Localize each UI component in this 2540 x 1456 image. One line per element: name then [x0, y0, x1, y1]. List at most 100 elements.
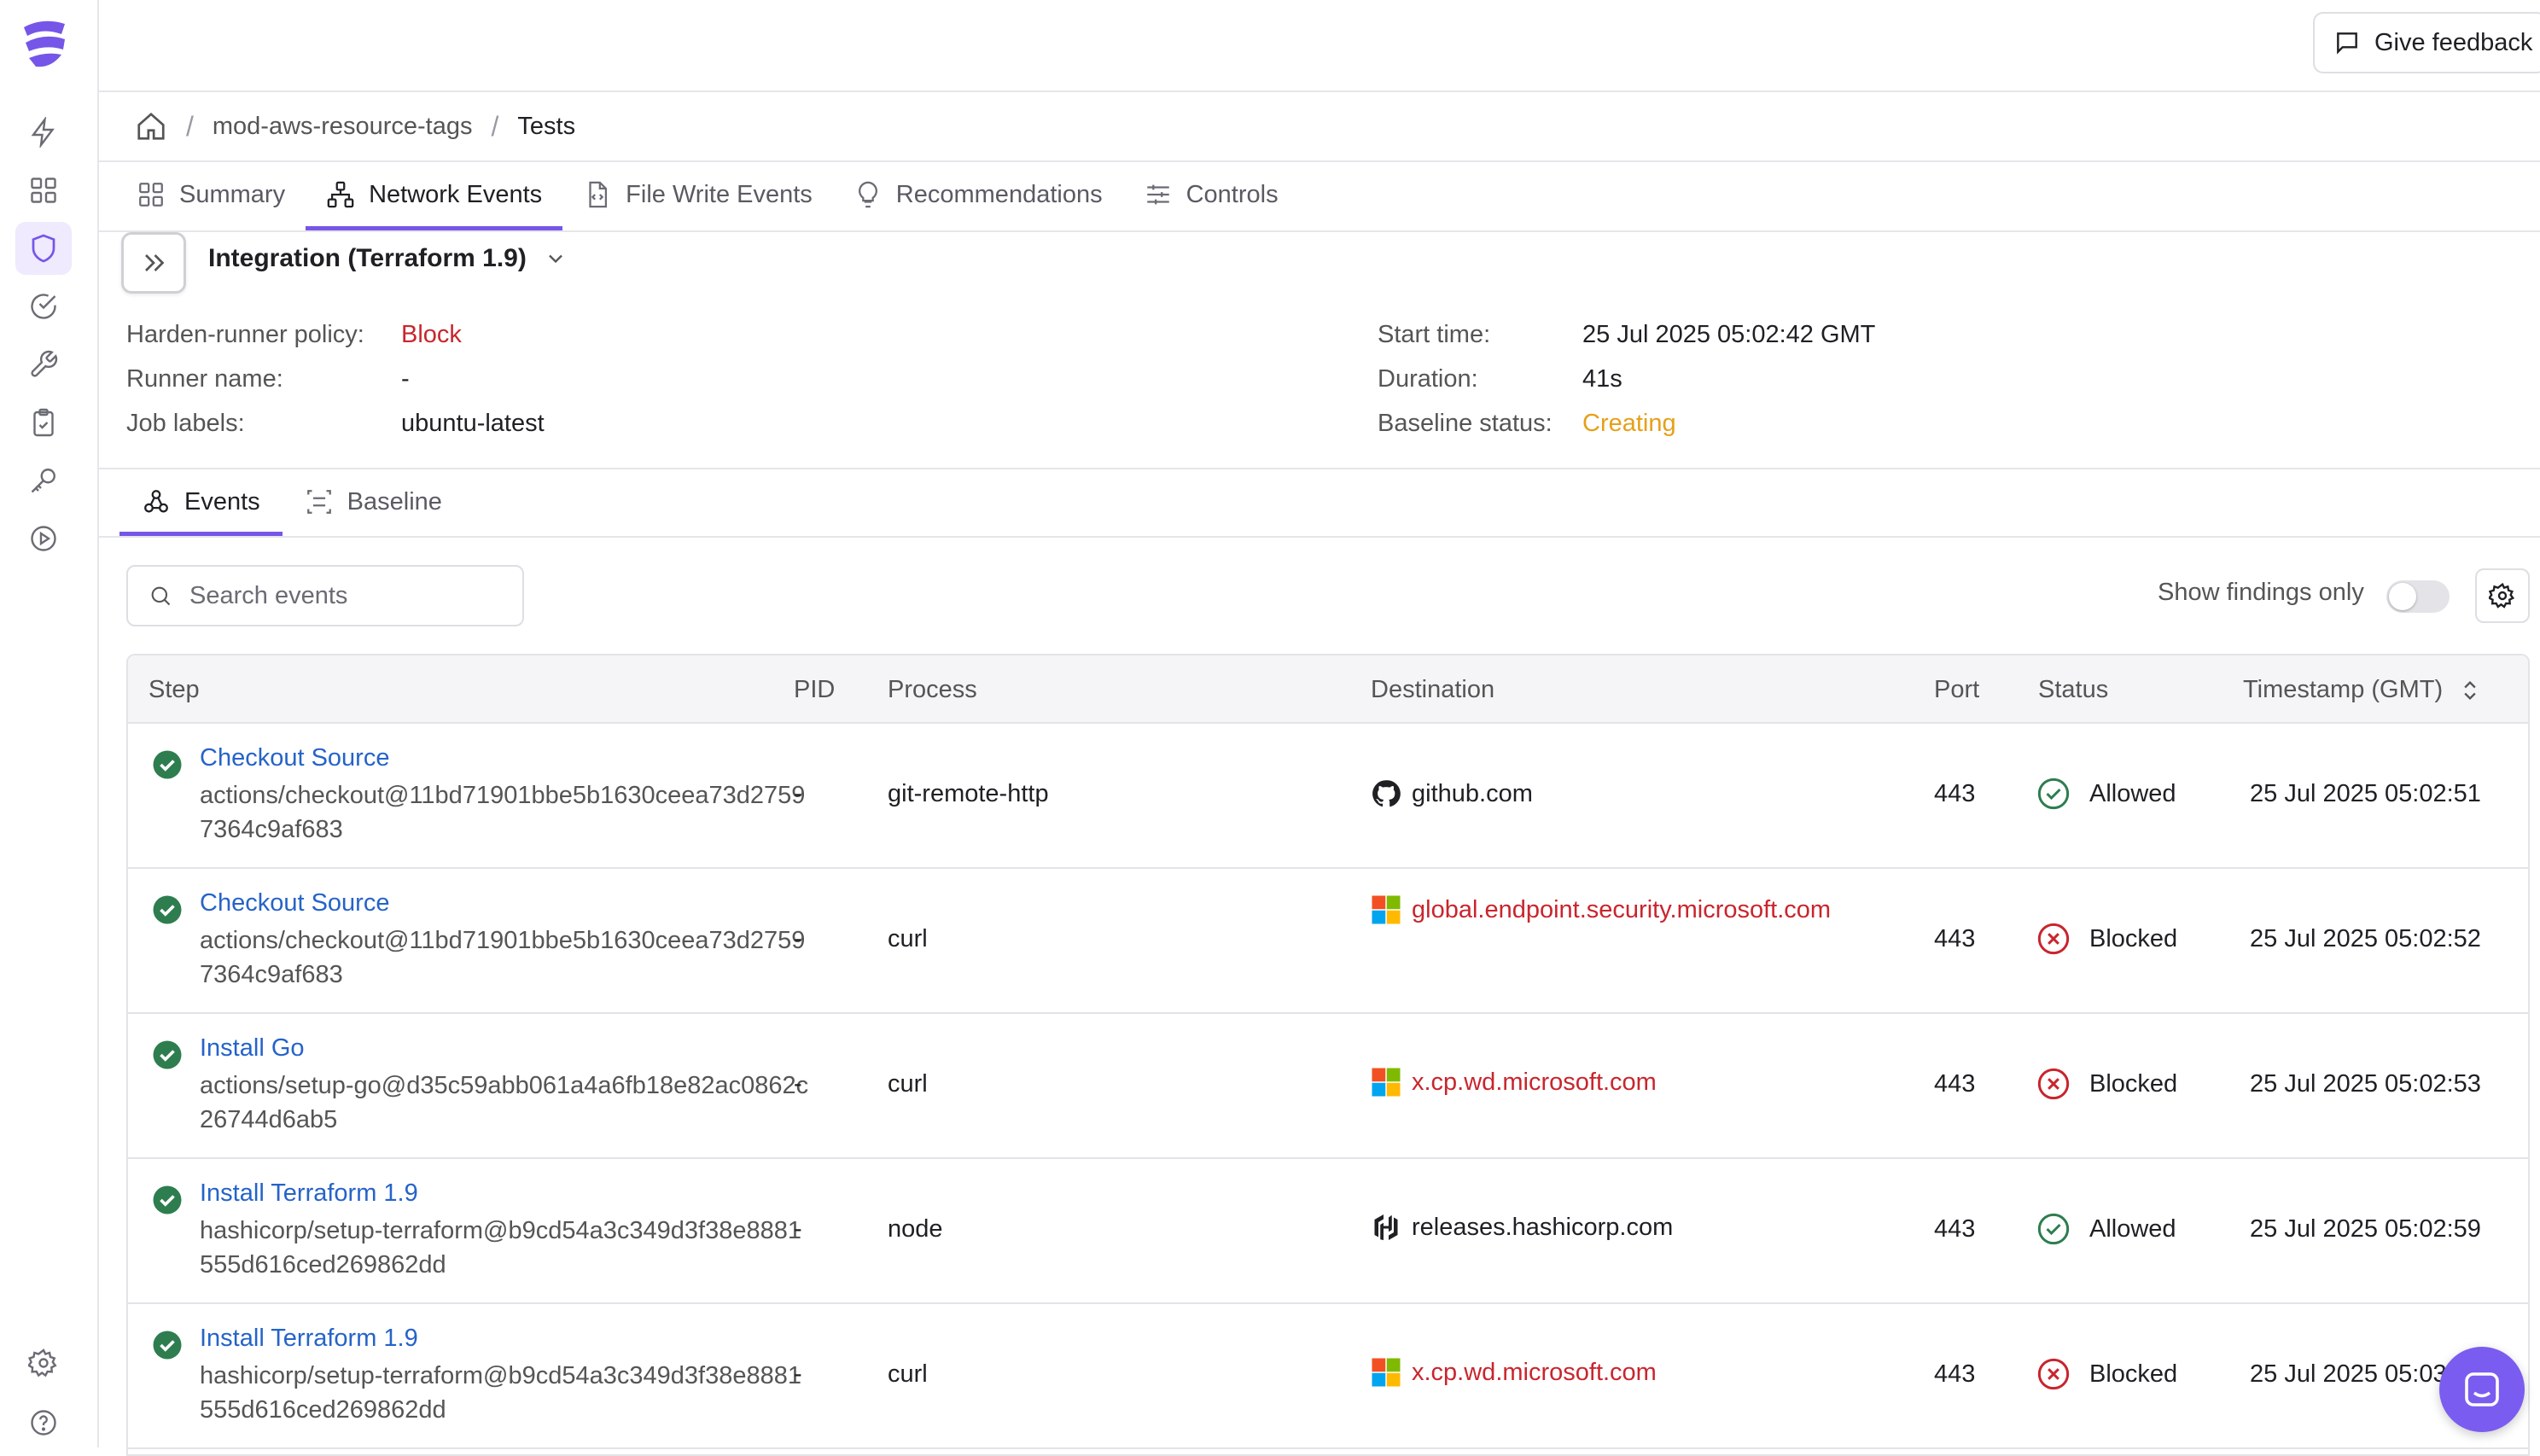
port-cell: 443	[1934, 925, 1976, 952]
process-cell: curl	[888, 925, 928, 952]
search-input[interactable]	[188, 580, 495, 611]
breadcrumb-repo-link[interactable]: mod-aws-resource-tags	[213, 113, 473, 141]
allowed-icon	[2037, 778, 2070, 810]
pid-cell: -	[794, 1070, 802, 1098]
tab-label: Summary	[179, 180, 286, 208]
runner-name-value: -	[401, 365, 410, 393]
destination-text: x.cp.wd.microsoft.com	[1412, 1068, 1657, 1096]
microsoft-icon	[1372, 895, 1401, 924]
allowed-icon	[2037, 1213, 2070, 1245]
start-time-label: Start time:	[1378, 321, 1491, 348]
nav-help-icon[interactable]	[15, 1396, 72, 1449]
stepsecurity-logo[interactable]	[17, 15, 72, 70]
subtabs-divider	[99, 536, 2540, 538]
destination-cell: github.com	[1371, 778, 1533, 809]
breadcrumb-separator: /	[186, 110, 194, 142]
subtab-events[interactable]: Events	[119, 468, 283, 536]
chevrons-right-icon	[145, 254, 165, 271]
subtab-baseline[interactable]: Baseline	[283, 468, 464, 536]
nav-play-icon[interactable]	[15, 512, 72, 565]
runner-name-label: Runner name:	[126, 365, 283, 393]
show-findings-toggle[interactable]	[2386, 580, 2450, 613]
status-text: Blocked	[2089, 1069, 2178, 1098]
nav-check-circle-icon[interactable]	[15, 280, 72, 333]
destination-cell: x.cp.wd.microsoft.com	[1371, 1357, 1657, 1388]
column-destination: Destination	[1371, 676, 1495, 703]
port-cell: 443	[1934, 1215, 1976, 1243]
nav-wrench-icon[interactable]	[15, 338, 72, 391]
sort-icon	[2464, 680, 2476, 700]
search-icon	[151, 586, 171, 606]
pid-cell: -	[794, 1360, 802, 1388]
status-text: Blocked	[2089, 924, 2178, 952]
job-labels-value: ubuntu-latest	[401, 410, 545, 437]
step-action: actions/checkout@11bd71901bbe5b1630ceea7…	[200, 927, 806, 988]
status-cell: Blocked	[2036, 1067, 2177, 1101]
column-status: Status	[2038, 676, 2109, 703]
chat-icon	[2465, 1372, 2499, 1406]
column-step: Step	[149, 676, 200, 703]
job-labels-label: Job labels:	[126, 410, 245, 437]
breadcrumb: / mod-aws-resource-tags / Tests	[135, 108, 575, 145]
expand-sidebar-button[interactable]	[121, 232, 186, 294]
column-port: Port	[1934, 676, 1980, 703]
column-pid: PID	[794, 676, 836, 703]
breadcrumb-separator: /	[491, 110, 499, 142]
nav-shield-icon[interactable]	[15, 222, 72, 275]
chevron-down-icon	[549, 254, 562, 264]
pid-cell: -	[794, 780, 802, 807]
table-header: Step PID Process Destination Port Status…	[128, 655, 2528, 724]
table-row[interactable]: Install Terraform 1.9 hashicorp/setup-te…	[128, 1304, 2528, 1449]
pid-cell: -	[794, 1215, 802, 1243]
tab-summary[interactable]: Summary	[116, 159, 306, 230]
table-row[interactable]: Checkout Source actions/checkout@11bd719…	[128, 724, 2528, 869]
job-divider	[99, 468, 2540, 469]
tab-file-write-events[interactable]: File Write Events	[562, 159, 833, 230]
table-row[interactable]: Install Go actions/setup-go@d35c59abb061…	[128, 1014, 2528, 1159]
step-link[interactable]: Install Go	[200, 1034, 305, 1063]
table-row[interactable]: Install Terraform 1.9 hashicorp/setup-te…	[128, 1159, 2528, 1304]
destination-cell: x.cp.wd.microsoft.com	[1371, 1067, 1657, 1098]
step-action: actions/checkout@11bd71901bbe5b1630ceea7…	[200, 782, 806, 843]
network-icon	[327, 181, 354, 208]
chat-widget-button[interactable]	[2439, 1347, 2525, 1432]
show-findings-label: Show findings only	[2158, 579, 2364, 606]
check-circle-icon	[153, 1185, 182, 1214]
microsoft-icon	[1372, 1068, 1401, 1097]
blocked-icon	[2037, 923, 2070, 955]
nav-activity-icon[interactable]	[15, 106, 72, 159]
column-timestamp-label: Timestamp (GMT)	[2243, 676, 2444, 703]
timestamp-cell: 25 Jul 2025 05:02:52	[2250, 925, 2481, 952]
event-subtabs: Events Baseline	[119, 468, 464, 536]
table-row[interactable]: Checkout Source actions/checkout@11bd719…	[128, 869, 2528, 1014]
network-events-table: Step PID Process Destination Port Status…	[126, 654, 2530, 1456]
check-circle-icon	[153, 895, 182, 924]
nav-dashboard-icon[interactable]	[15, 164, 72, 217]
step-link[interactable]: Install Terraform 1.9	[200, 1325, 418, 1353]
nav-key-icon[interactable]	[15, 454, 72, 507]
policy-value: Block	[401, 321, 462, 348]
subtab-label: Events	[184, 487, 260, 515]
nav-settings-icon[interactable]	[15, 1337, 72, 1389]
step-link[interactable]: Install Terraform 1.9	[200, 1179, 418, 1208]
column-timestamp[interactable]: Timestamp (GMT)	[2243, 676, 2482, 704]
destination-text: global.endpoint.security.microsoft.com	[1412, 895, 1832, 923]
nav-clipboard-icon[interactable]	[15, 396, 72, 449]
tab-controls[interactable]: Controls	[1123, 159, 1299, 230]
table-settings-button[interactable]	[2475, 568, 2530, 623]
tab-network-events[interactable]: Network Events	[306, 159, 563, 230]
home-icon[interactable]	[135, 110, 167, 143]
destination-text: x.cp.wd.microsoft.com	[1412, 1358, 1657, 1386]
timestamp-cell: 25 Jul 2025 05:02:59	[2250, 1215, 2481, 1243]
destination-cell: global.endpoint.security.microsoft.com	[1371, 894, 1831, 925]
sidebar	[0, 0, 99, 1447]
give-feedback-label: Give feedback	[2374, 28, 2533, 56]
destination-text: github.com	[1412, 779, 1533, 807]
port-cell: 443	[1934, 1360, 1976, 1388]
give-feedback-button[interactable]: Give feedback	[2313, 12, 2540, 73]
tab-recommendations[interactable]: Recommendations	[833, 159, 1123, 230]
step-link[interactable]: Checkout Source	[200, 889, 389, 917]
step-link[interactable]: Checkout Source	[200, 744, 389, 772]
job-selector[interactable]: Integration (Terraform 1.9)	[208, 244, 568, 273]
baseline-icon	[306, 490, 331, 514]
